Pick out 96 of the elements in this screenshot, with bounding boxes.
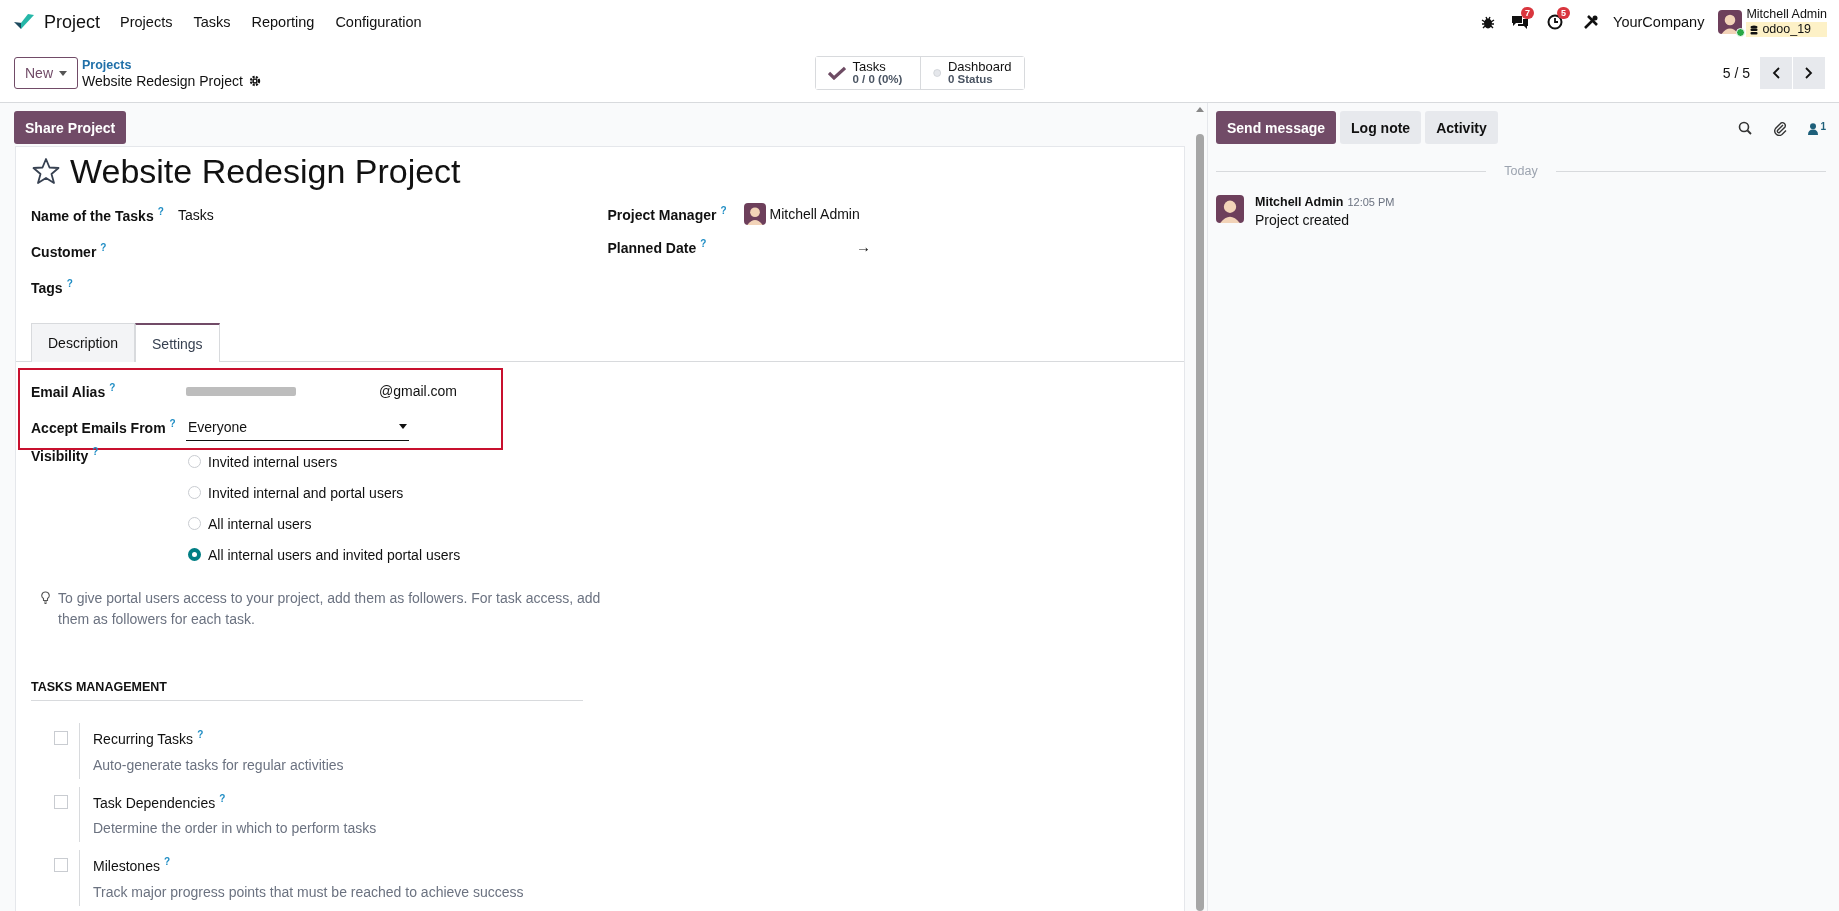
- status-dot-icon: [932, 67, 941, 79]
- scrollbar[interactable]: [1192, 103, 1207, 911]
- feature-description: Auto-generate tasks for regular activities: [93, 755, 344, 775]
- count-badge: 5: [1557, 7, 1571, 19]
- field-label: Planned Date: [607, 239, 697, 256]
- previous-button[interactable]: [1760, 57, 1792, 89]
- tools-icon[interactable]: [1583, 14, 1600, 30]
- field-label: Customer: [31, 243, 97, 260]
- feature-title: Milestones: [93, 857, 160, 874]
- menu-item[interactable]: Projects: [120, 14, 173, 30]
- menu-item[interactable]: Reporting: [251, 14, 315, 30]
- message-author[interactable]: Mitchell Admin: [1255, 195, 1344, 209]
- help-icon[interactable]: ?: [66, 278, 73, 290]
- radio-option[interactable]: All internal users: [188, 508, 461, 539]
- feature-title: Task Dependencies: [93, 794, 216, 811]
- smart-button[interactable]: Dashboard 0 Status: [919, 57, 1024, 89]
- search-icon[interactable]: [1738, 120, 1753, 135]
- feature-description: Determine the order in which to perform tasks: [93, 819, 377, 839]
- avatar-icon: [743, 202, 766, 225]
- help-icon[interactable]: ?: [109, 382, 116, 394]
- scroll-up-icon[interactable]: [1195, 107, 1204, 112]
- chatter-button[interactable]: Activity: [1425, 111, 1498, 144]
- online-status-icon: [1736, 28, 1746, 37]
- field-value[interactable]: Mitchell Admin: [769, 205, 860, 222]
- help-icon[interactable]: ?: [700, 237, 707, 249]
- user-icon: [1808, 122, 1819, 135]
- email-domain: @gmail.com: [379, 383, 457, 399]
- gear-icon[interactable]: [248, 75, 261, 87]
- record-name: Website Redesign Project: [82, 73, 243, 89]
- chevron-left-icon: [1772, 67, 1780, 79]
- help-icon[interactable]: ?: [163, 856, 171, 868]
- radio-option[interactable]: Invited internal and portal users: [188, 477, 461, 508]
- menu-item[interactable]: Configuration: [335, 14, 422, 30]
- radio-option[interactable]: Invited internal users: [188, 446, 461, 477]
- smart-button-value: 0 / 0 (0%): [852, 73, 903, 86]
- tab[interactable]: Settings: [135, 323, 220, 362]
- field-label: Project Manager: [607, 206, 717, 223]
- date-separator: Today: [1503, 164, 1539, 178]
- tab[interactable]: Description: [31, 323, 136, 362]
- help-icon[interactable]: ?: [157, 206, 164, 218]
- pager-value: 5 / 5: [1722, 65, 1750, 81]
- field-label: Tags: [31, 279, 63, 296]
- menu-item[interactable]: Tasks: [193, 14, 231, 30]
- record-title: Website Redesign Project: [70, 151, 461, 191]
- feature-title: Recurring Tasks: [93, 730, 194, 747]
- field-label: Visibility: [31, 447, 89, 464]
- star-icon[interactable]: [32, 157, 60, 185]
- feature-description: Track major progress points that must be reached to achieve success: [93, 882, 524, 902]
- radio-option[interactable]: All internal users and invited portal users: [188, 539, 461, 570]
- bug-icon[interactable]: [1481, 15, 1496, 29]
- field-label: Email Alias: [31, 383, 106, 400]
- chatter-button[interactable]: Send message: [1216, 111, 1337, 144]
- new-button[interactable]: New: [14, 57, 78, 89]
- count-badge: 7: [1521, 7, 1535, 19]
- lightbulb-icon: [41, 591, 50, 604]
- checkbox[interactable]: [54, 858, 68, 873]
- help-icon[interactable]: ?: [92, 446, 99, 457]
- field-value[interactable]: Tasks: [178, 207, 214, 223]
- smart-button-label: Dashboard: [947, 60, 1012, 73]
- user-name[interactable]: Mitchell Admin: [1746, 7, 1827, 22]
- radio-button[interactable]: [188, 548, 201, 561]
- help-icon[interactable]: ?: [169, 418, 176, 430]
- checkbox[interactable]: [54, 731, 68, 745]
- company-switcher[interactable]: YourCompany: [1613, 14, 1705, 30]
- message-time: 12:05 PM: [1347, 196, 1395, 208]
- database-icon: [1750, 24, 1759, 35]
- field-label: Accept Emails From: [31, 419, 166, 436]
- caret-icon: [399, 424, 407, 429]
- help-icon[interactable]: ?: [100, 242, 107, 254]
- date-arrow: →: [856, 238, 871, 255]
- hint-text: To give portal users access to your project, add them as followers. For task access, add them as followers for each task.: [58, 589, 601, 629]
- chevron-right-icon: [1805, 67, 1813, 79]
- smart-button-value: 0 Status: [947, 73, 994, 86]
- help-icon[interactable]: ?: [720, 204, 727, 216]
- chatter-button[interactable]: Log note: [1340, 111, 1422, 144]
- chat-icon[interactable]: [1511, 14, 1530, 30]
- next-button[interactable]: [1793, 57, 1825, 89]
- avatar-icon: [1216, 195, 1244, 223]
- caret-icon: [59, 70, 67, 76]
- help-icon[interactable]: ?: [219, 792, 226, 804]
- breadcrumb-link[interactable]: Projects: [82, 57, 261, 73]
- followers-button[interactable]: 1: [1808, 120, 1826, 135]
- avatar-icon: [1718, 10, 1743, 34]
- message-text: Project created: [1255, 212, 1351, 228]
- app-name[interactable]: Project: [44, 11, 101, 33]
- field-label: Name of the Tasks: [31, 207, 154, 224]
- checkbox[interactable]: [54, 794, 68, 809]
- select-field[interactable]: Everyone: [186, 413, 409, 441]
- scrollbar-thumb[interactable]: [1195, 134, 1204, 911]
- paperclip-icon[interactable]: [1773, 119, 1788, 136]
- checkmark-icon: [827, 66, 846, 80]
- database-name: odoo_19: [1762, 22, 1812, 37]
- share-button[interactable]: Share Project: [14, 111, 127, 144]
- section-heading: TASKS MANAGEMENT: [31, 680, 583, 701]
- help-icon[interactable]: ?: [197, 729, 204, 740]
- smart-button-label: Tasks: [852, 60, 887, 73]
